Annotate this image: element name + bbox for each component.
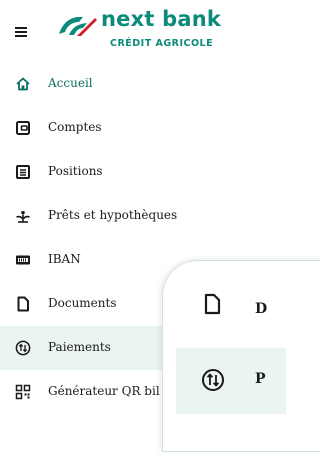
sidebar-item-label: IBAN bbox=[48, 252, 81, 266]
sidebar-item-label: Paiements bbox=[48, 340, 111, 354]
credit-agricole-logo-icon bbox=[59, 16, 97, 36]
home-icon bbox=[16, 77, 30, 91]
sidebar-item-positions[interactable]: Positions bbox=[0, 150, 270, 194]
popup-item-label: D bbox=[255, 301, 268, 317]
sidebar-item-label: Prêts et hypothèques bbox=[48, 208, 178, 222]
plant-icon bbox=[16, 211, 30, 223]
list-icon bbox=[16, 165, 30, 179]
sidebar-item-label: Accueil bbox=[48, 76, 93, 90]
popup-item-label: P bbox=[255, 371, 266, 387]
sidebar-item-label: Générateur QR bil bbox=[48, 384, 160, 398]
sidebar-item-label: Positions bbox=[48, 164, 103, 178]
transfer-icon bbox=[202, 369, 224, 391]
sidebar-item-label: Comptes bbox=[48, 120, 102, 134]
sidebar-item-prets[interactable]: Prêts et hypothèques bbox=[0, 194, 270, 238]
iban-icon bbox=[16, 255, 30, 265]
document-icon bbox=[17, 296, 29, 312]
popup-item-paiements[interactable]: P bbox=[176, 348, 286, 414]
hamburger-menu-icon[interactable] bbox=[15, 27, 27, 37]
app-header: next bank CRÉDIT AGRICOLE bbox=[0, 0, 270, 62]
sidebar-item-comptes[interactable]: Comptes bbox=[0, 106, 270, 150]
brand-name: next bank bbox=[101, 7, 222, 31]
popup-item-documents[interactable]: D bbox=[172, 285, 282, 333]
transfer-icon bbox=[15, 340, 31, 356]
qr-icon bbox=[15, 384, 31, 400]
sidebar-item-accueil[interactable]: Accueil bbox=[0, 62, 270, 106]
sidebar-item-label: Documents bbox=[48, 296, 117, 310]
brand-subtitle: CRÉDIT AGRICOLE bbox=[110, 38, 214, 49]
document-icon bbox=[204, 293, 221, 315]
wallet-icon bbox=[16, 121, 30, 135]
